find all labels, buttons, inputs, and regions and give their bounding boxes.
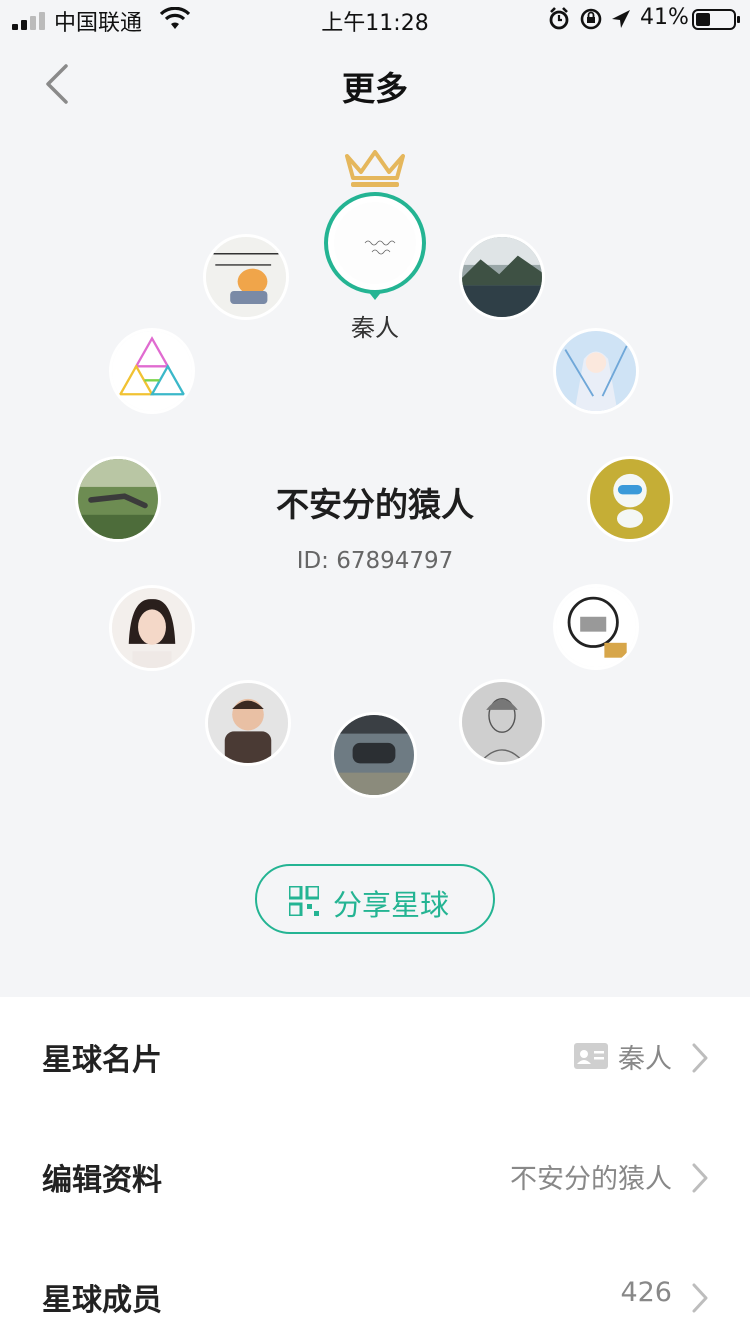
member-avatar-lake[interactable] <box>459 234 545 320</box>
member-avatar-fractal[interactable] <box>109 328 195 414</box>
share-planet-label: 分享星球 <box>333 888 450 922</box>
chevron-right-icon <box>692 1163 708 1193</box>
list-item-planet-members[interactable]: 星球成员 426 <box>0 1237 750 1334</box>
qr-code-icon <box>289 886 319 916</box>
member-avatar-sketch[interactable] <box>459 679 545 765</box>
list-item-label: 星球名片 <box>42 1043 162 1078</box>
battery-percent: 41% <box>640 5 689 30</box>
member-avatar-meme-face[interactable] <box>553 584 639 670</box>
list-item-planet-card[interactable]: 星球名片 秦人 <box>0 997 750 1117</box>
chevron-right-icon <box>692 1283 708 1313</box>
planet-name: 不安分的猿人 <box>276 485 474 524</box>
share-planet-button[interactable]: 分享星球 <box>255 864 495 934</box>
owner-pointer <box>367 290 383 300</box>
member-avatar-meme-cat[interactable] <box>203 234 289 320</box>
rotation-lock-icon <box>580 8 602 30</box>
chevron-right-icon <box>692 1043 708 1073</box>
location-icon <box>612 10 630 28</box>
list-item-label: 编辑资料 <box>42 1163 162 1198</box>
list-item-value: 426 <box>620 1277 672 1308</box>
member-avatar-lying-man[interactable] <box>331 712 417 798</box>
member-avatar-anime-girl[interactable] <box>553 328 639 414</box>
status-bar: 中国联通 上午11:28 41% <box>0 0 750 40</box>
list-item-value: 不安分的猿人 <box>510 1164 672 1195</box>
list-item-value: 秦人 <box>618 1044 672 1075</box>
id-card-icon <box>574 1043 608 1069</box>
battery-icon <box>692 9 740 30</box>
planet-id: ID: 67894797 <box>296 548 454 574</box>
handwriting-image <box>364 240 396 255</box>
list-item-edit-profile[interactable]: 编辑资料 不安分的猿人 <box>0 1117 750 1237</box>
crown-icon <box>345 150 405 187</box>
page-title: 更多 <box>342 69 408 108</box>
owner-avatar[interactable] <box>324 192 426 294</box>
alarm-icon <box>549 7 569 30</box>
owner-name: 秦人 <box>351 314 399 342</box>
list-item-label: 星球成员 <box>42 1283 162 1318</box>
member-avatar-child[interactable] <box>205 680 291 766</box>
status-icons <box>549 7 630 30</box>
member-avatar-woman[interactable] <box>109 585 195 671</box>
